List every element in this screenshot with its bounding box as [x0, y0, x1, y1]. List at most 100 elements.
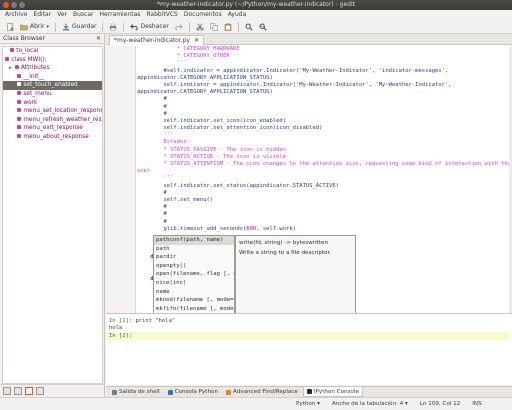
completion-item[interactable]: pathconf(path, name): [154, 236, 234, 245]
code-line[interactable]: user: [137, 168, 509, 175]
code-token: #: [137, 218, 167, 225]
document-tab-bar: *my-weather-indicator.py ✕: [106, 34, 512, 45]
code-line[interactable]: 88 * CATEGORY_OTHER: [137, 53, 509, 60]
tree-item[interactable]: menu_refresh_weather_response: [3, 116, 102, 125]
bottom-tab[interactable]: Consola Python: [165, 387, 221, 397]
toolbar-separator: [102, 21, 104, 32]
code-line[interactable]: 106 #: [137, 219, 509, 226]
bottom-tab[interactable]: Advanced Find/Replace: [223, 387, 301, 397]
method-icon: [17, 82, 22, 87]
completion-item[interactable]: pardir: [154, 253, 234, 262]
side-pane-title: Class Browser: [3, 35, 46, 42]
save-button[interactable]: Guardar: [59, 21, 99, 33]
minimize-window-button[interactable]: [11, 2, 17, 8]
status-tab-width[interactable]: Ancho de la tabulación: 4 ▾: [326, 401, 414, 407]
menu-documentos[interactable]: Documentos: [181, 10, 225, 20]
file-browser-tab-icon[interactable]: [14, 387, 22, 395]
code-line[interactable]: 94 self.indicator.set_attention_icon(ico…: [137, 125, 509, 132]
menu-ver[interactable]: Ver: [54, 10, 70, 20]
tree-item[interactable]: menu_set_location_response: [3, 107, 102, 116]
menu-herramientas[interactable]: Herramientas: [97, 10, 144, 20]
open-button[interactable]: Abrir ▾: [17, 21, 52, 33]
code-line[interactable]: 101 self.indicator.set_status(appindicat…: [137, 183, 509, 190]
tree-item-label: menu_refresh_weather_response: [23, 116, 102, 123]
method-icon: [17, 99, 22, 104]
tree-item[interactable]: work: [3, 99, 102, 108]
code-line[interactable]: 107 glib.timeout_add_seconds(600, self.w…: [137, 226, 509, 233]
status-language[interactable]: Python ▾: [290, 401, 326, 407]
code-line[interactable]: 104 #: [137, 204, 509, 211]
code-line[interactable]: 93 self.indicator.set_icon(icon_enabled): [137, 118, 509, 125]
menu-buscar[interactable]: Buscar: [70, 10, 97, 20]
tree-item[interactable]: menu_about_response: [3, 133, 102, 142]
new-document-button[interactable]: [3, 21, 17, 33]
menu-archivo[interactable]: Archivo: [2, 10, 30, 20]
maximize-window-button[interactable]: [19, 2, 25, 8]
code-line[interactable]: 102 #: [137, 190, 509, 197]
code-line[interactable]: 88 #self.indicator = appindicator.Indica…: [137, 68, 509, 75]
code-line[interactable]: 99 * STATUS_ATTENTION - The icon changes…: [137, 161, 509, 168]
close-tab-icon[interactable]: ✕: [194, 36, 199, 45]
tree-item[interactable]: set_menu: [3, 90, 102, 99]
tree-item[interactable]: to_local: [3, 47, 102, 56]
code-line[interactable]: 96 Estados:: [137, 139, 509, 146]
tree-item[interactable]: set_touch_enabled: [3, 81, 102, 90]
code-line[interactable]: 89 self.indicator = appindicator.Indicat…: [137, 82, 509, 89]
code-line[interactable]: 98 * STATUS_ACTIVE - The icon is visible: [137, 154, 509, 161]
method-icon: [17, 90, 22, 95]
completion-item[interactable]: path: [154, 245, 234, 254]
code-line[interactable]: appindicator.CATEGORY_APPLICATION_STATUS…: [137, 89, 509, 96]
completion-item[interactable]: openpty(): [154, 262, 234, 271]
copy-button[interactable]: [207, 21, 221, 33]
code-line[interactable]: 87 * CATEGORY_HARDWARE: [137, 46, 509, 53]
code-line[interactable]: 91 #: [137, 104, 509, 111]
class-browser-tab-icon[interactable]: [25, 387, 33, 395]
console-prompt: In [2]:: [109, 332, 136, 339]
print-button[interactable]: [106, 21, 120, 33]
menu-ayuda[interactable]: Ayuda: [225, 10, 250, 20]
redo-button[interactable]: [172, 21, 186, 33]
menu-editar[interactable]: Editar: [30, 10, 54, 20]
code-line[interactable]: 100 ''': [137, 175, 509, 182]
code-line[interactable]: 103 self.set_menu(): [137, 197, 509, 204]
tree-item[interactable]: __init__: [3, 73, 102, 82]
tree-item[interactable]: ▸ Attributes: [3, 64, 102, 73]
code-line[interactable]: 95 ''': [137, 132, 509, 139]
completion-item[interactable]: mknod(filename [, mode=0o: [154, 296, 234, 305]
code-line[interactable]: ''': [137, 60, 509, 67]
expander-icon[interactable]: ▸: [9, 64, 12, 73]
class-browser-tree: to_local ▾class MWI():▸ Attributes__init__…: [2, 46, 103, 384]
paste-icon: [224, 23, 232, 31]
bottom-tab[interactable]: Salida de shell: [109, 387, 163, 397]
close-icon[interactable]: ✕: [96, 35, 101, 42]
close-window-button[interactable]: [3, 2, 9, 8]
search-replace-button[interactable]: [256, 21, 270, 33]
code-line[interactable]: appindicator.CATEGORY_APPLICATION_STATUS…: [137, 75, 509, 82]
snippets-tab-icon[interactable]: [36, 387, 44, 395]
status-insert-mode: INS: [472, 401, 482, 407]
tree-item-label: to_local: [16, 48, 39, 54]
code-line[interactable]: 97 * STATUS_PASSIVE - The icon is hidden: [137, 147, 509, 154]
paste-button[interactable]: [221, 21, 235, 33]
code-line[interactable]: 92 #: [137, 111, 509, 118]
code-line[interactable]: 90 #: [137, 96, 509, 103]
cut-button[interactable]: [193, 21, 207, 33]
documents-tab-icon[interactable]: [3, 387, 11, 395]
menu-rabbitvcs[interactable]: RabbitVCS: [143, 10, 180, 20]
undo-button[interactable]: Deshacer: [127, 21, 171, 33]
tree-item[interactable]: ▾class MWI():: [3, 56, 102, 65]
ipython-console[interactable]: In [1]: print "hola" hola In [2]:: [106, 313, 512, 385]
code-token: #: [137, 189, 167, 196]
search-replace-icon: [259, 23, 267, 31]
console-line: In [1]: print "hola": [109, 318, 509, 325]
search-button[interactable]: [242, 21, 256, 33]
completion-item[interactable]: nice(inc): [154, 279, 234, 288]
completion-item[interactable]: name: [154, 288, 234, 297]
tree-item[interactable]: menu_exit_response: [3, 124, 102, 133]
chevron-down-icon[interactable]: ▾: [47, 24, 50, 30]
code-token: #: [137, 110, 167, 117]
completion-item[interactable]: open(filename, flag [, mo: [154, 270, 234, 279]
document-tab[interactable]: *my-weather-indicator.py ✕: [109, 35, 204, 45]
bottom-tab[interactable]: IPython Console: [302, 387, 363, 397]
code-line[interactable]: 105 #: [137, 211, 509, 218]
